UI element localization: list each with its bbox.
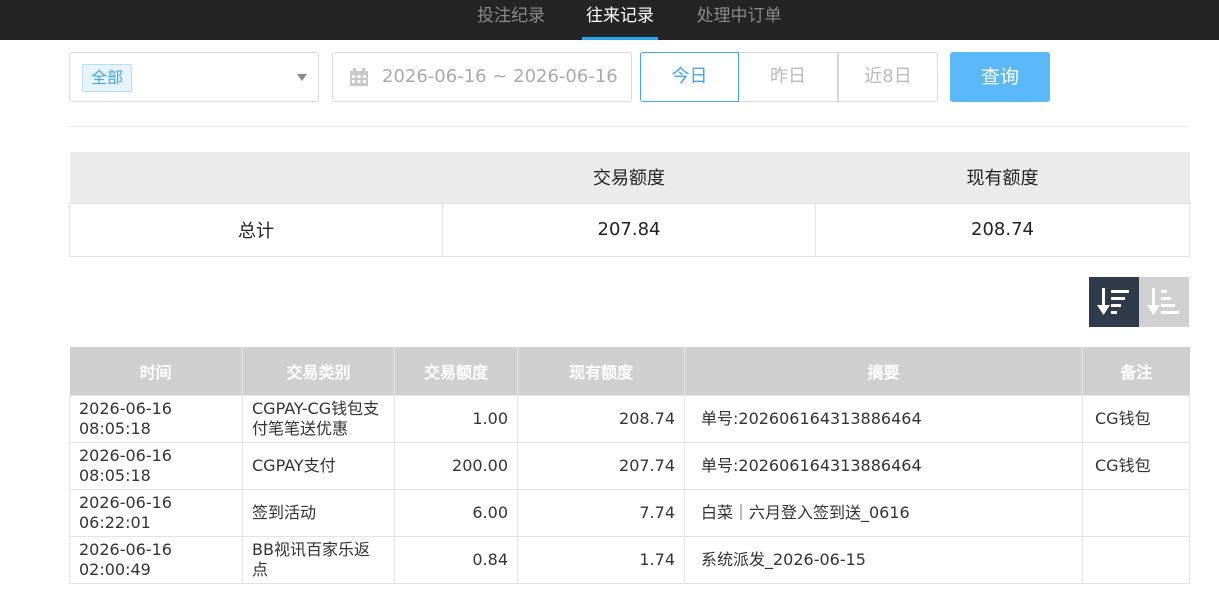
transaction-type-select[interactable]: 全部	[69, 52, 319, 102]
cell-amount: 1.00	[394, 394, 518, 443]
transaction-table: 时间 交易类别 交易额度 现有额度 摘要 备注 2026-06-16 08:05…	[69, 347, 1190, 584]
search-button[interactable]: 查询	[950, 52, 1050, 102]
cell-time: 2026-06-16 08:05:18	[69, 441, 243, 490]
cell-note: CG钱包	[1082, 394, 1190, 443]
selected-type-tag[interactable]: 全部	[82, 64, 133, 92]
table-row: 2026-06-16 08:05:18 CGPAY支付 200.00 207.7…	[69, 441, 1190, 490]
cell-summary: 系统派发_2026-06-15	[684, 535, 1083, 584]
table-row: 2026-06-16 06:22:01 签到活动 6.00 7.74 白菜｜六月…	[69, 488, 1190, 537]
cell-amount: 0.84	[394, 535, 518, 584]
col-header-summary[interactable]: 摘要	[684, 347, 1083, 395]
cell-balance: 1.74	[517, 535, 685, 584]
cell-category: 签到活动	[242, 488, 395, 537]
tab-bet-records[interactable]: 投注纪录	[471, 0, 551, 40]
col-header-time[interactable]: 时间	[69, 347, 243, 395]
top-tab-bar: 投注纪录 往来记录 处理中订单	[0, 0, 1219, 40]
cell-time: 2026-06-16 08:05:18	[69, 394, 243, 443]
col-header-note[interactable]: 备注	[1082, 347, 1190, 395]
cell-category: CGPAY支付	[242, 441, 395, 490]
cell-category: BB视讯百家乐返点	[242, 535, 395, 584]
summary-header-balance: 现有额度	[815, 152, 1190, 203]
cell-balance: 207.74	[517, 441, 685, 490]
cell-time: 2026-06-16 06:22:01	[69, 488, 243, 537]
cell-amount: 200.00	[394, 441, 518, 490]
summary-total-row: 总计 207.84 208.74	[69, 202, 1190, 257]
tab-transaction-records[interactable]: 往来记录	[582, 0, 658, 40]
date-range-value: 2026-06-16 ~ 2026-06-16	[382, 66, 618, 87]
summary-header-empty	[69, 152, 443, 203]
table-header-row: 时间 交易类别 交易额度 现有额度 摘要 备注	[69, 347, 1190, 395]
summary-total-amount: 207.84	[442, 202, 816, 257]
last-8-days-button[interactable]: 近8日	[838, 52, 938, 102]
cell-balance: 7.74	[517, 488, 685, 537]
col-header-amount[interactable]: 交易额度	[394, 347, 518, 395]
cell-amount: 6.00	[394, 488, 518, 537]
tab-pending-orders[interactable]: 处理中订单	[690, 0, 788, 40]
chevron-down-icon[interactable]	[297, 74, 307, 81]
calendar-icon	[350, 68, 368, 86]
sort-asc-icon	[1147, 288, 1179, 315]
cell-note: CG钱包	[1082, 441, 1190, 490]
summary-total-balance: 208.74	[815, 202, 1190, 257]
summary-total-label: 总计	[69, 202, 443, 257]
cell-summary: 单号:20260616431388646​4	[684, 394, 1083, 443]
summary-header-amount: 交易额度	[442, 152, 816, 203]
cell-summary: 单号:202606164313886464	[684, 441, 1083, 490]
col-header-category[interactable]: 交易类别	[242, 347, 395, 395]
table-row: 2026-06-16 08:05:18 CGPAY-CG钱包支付笔笔送优惠 1.…	[69, 394, 1190, 443]
divider	[69, 126, 1189, 127]
col-header-balance[interactable]: 现有额度	[517, 347, 685, 395]
table-row: 2026-06-16 02:00:49 BB视讯百家乐返点 0.84 1.74 …	[69, 535, 1190, 584]
cell-note	[1082, 535, 1190, 584]
summary-table: 交易额度 现有额度 总计 207.84 208.74	[69, 152, 1190, 257]
date-range-picker[interactable]: 2026-06-16 ~ 2026-06-16	[332, 52, 632, 102]
sort-desc-icon	[1097, 288, 1129, 315]
cell-category: CGPAY-CG钱包支付笔笔送优惠	[242, 394, 395, 443]
cell-summary: 白菜｜六月登入签到送_0616	[684, 488, 1083, 537]
cell-time: 2026-06-16 02:00:49	[69, 535, 243, 584]
cell-balance: 208.74	[517, 394, 685, 443]
cell-note	[1082, 488, 1190, 537]
sort-desc-button[interactable]	[1089, 277, 1139, 327]
sort-asc-button[interactable]	[1139, 277, 1189, 327]
today-button[interactable]: 今日	[640, 52, 739, 102]
yesterday-button[interactable]: 昨日	[739, 52, 838, 102]
